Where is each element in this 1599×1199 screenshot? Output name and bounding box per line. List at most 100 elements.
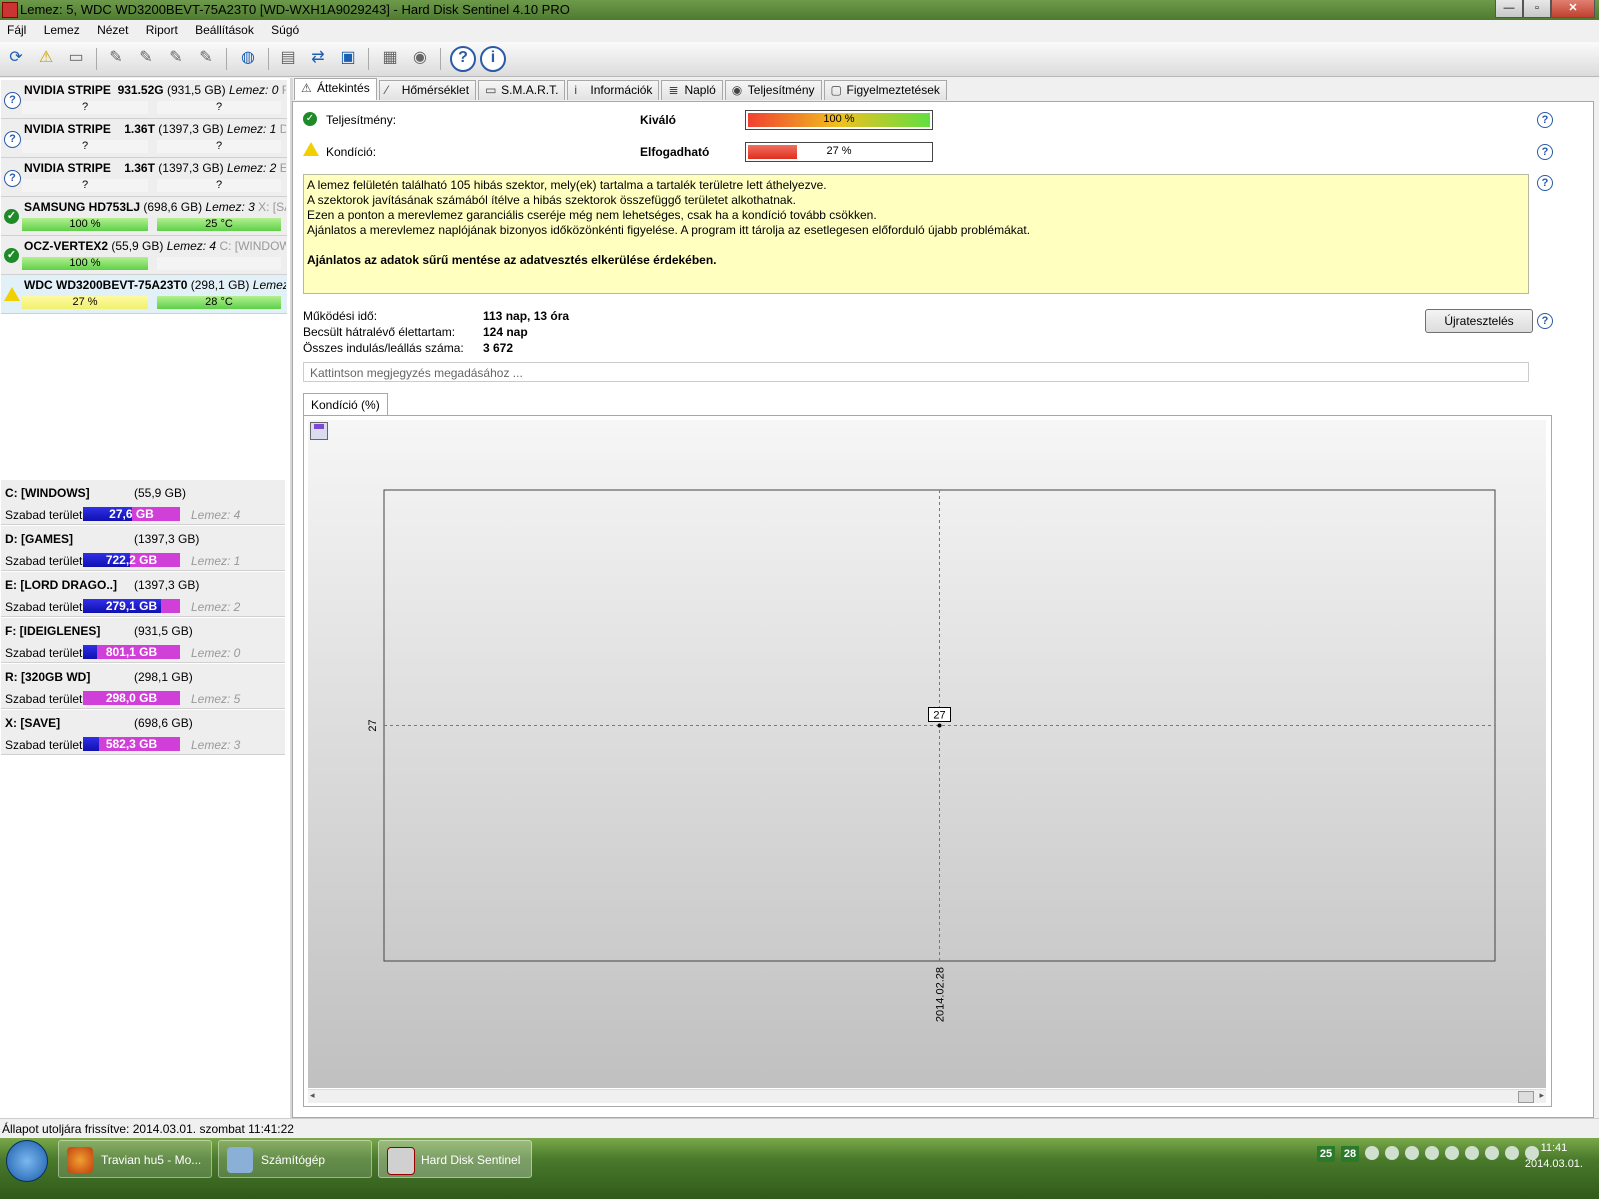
overview-panel: ✓ Teljesítmény: 100 % Kiváló Kondíció: 2…: [292, 101, 1594, 1118]
network-icon[interactable]: ▣: [336, 46, 360, 70]
disk-model: WDC WD3200BEVT-75A23T0: [24, 278, 188, 292]
start-button[interactable]: [6, 1140, 48, 1182]
window-title: Lemez: 5, WDC WD3200BEVT-75A23T0 [WD-WXH…: [20, 2, 570, 17]
note-input[interactable]: Kattintson megjegyzés megadásához ...: [303, 362, 1529, 382]
partition-item[interactable]: C: [WINDOWS] (55,9 GB) Szabad terület 27…: [1, 480, 285, 525]
partition-item[interactable]: F: [IDEIGLENES] (931,5 GB) Szabad terüle…: [1, 618, 285, 663]
shield-icon[interactable]: [1365, 1146, 1379, 1160]
ok-status-icon: ✓: [4, 209, 19, 224]
health-status: Elfogadható: [640, 145, 710, 159]
sound-icon[interactable]: ◉: [408, 46, 432, 70]
disk-size: 931.52G: [117, 83, 164, 97]
report-icon[interactable]: ▤: [276, 46, 300, 70]
tab-performance[interactable]: ◉ Teljesítmény: [724, 80, 822, 100]
monitor-icon[interactable]: [1505, 1146, 1519, 1160]
unknown-status-icon: ?: [4, 92, 21, 109]
tab-overview[interactable]: ⚠ Áttekintés: [294, 78, 377, 100]
free-space-value: 801,1 GB: [105, 645, 158, 659]
menu-report[interactable]: Riport: [139, 21, 185, 39]
menu-disk[interactable]: Lemez: [37, 21, 87, 39]
task-firefox[interactable]: Travian hu5 - Mo...: [58, 1140, 212, 1178]
scroll-right-icon[interactable]: ▸: [1539, 1090, 1544, 1101]
chart-icon[interactable]: ▦: [378, 46, 402, 70]
disk-model: NVIDIA STRIPE: [24, 122, 111, 136]
help-icon[interactable]: ?: [1537, 175, 1553, 191]
scroll-thumb[interactable]: [1518, 1091, 1534, 1103]
free-space-bar: 279,1 GB: [83, 599, 180, 613]
disk-item[interactable]: ✓ OCZ-VERTEX2 (55,9 GB) Lemez: 4 C: [WIN…: [1, 236, 287, 275]
drive-test-icon[interactable]: ✎: [104, 46, 128, 70]
disk-model: SAMSUNG HD753LJ: [24, 200, 141, 214]
drive-check-icon[interactable]: ✎: [164, 46, 188, 70]
disk-capacity: (1397,3 GB): [158, 122, 224, 136]
disk-item[interactable]: ✓ SAMSUNG HD753LJ (698,6 GB) Lemez: 3 X:…: [1, 197, 287, 236]
disk-item[interactable]: ? NVIDIA STRIPE 1.36T (1397,3 GB) Lemez:…: [1, 119, 287, 158]
menu-help[interactable]: Súgó: [264, 21, 306, 39]
lifetime-label: Becsült hátralévő élettartam:: [303, 325, 456, 339]
chart-tab-health[interactable]: Kondíció (%): [303, 393, 388, 416]
free-space-value: 279,1 GB: [105, 599, 158, 613]
tray-temp-2[interactable]: 28: [1341, 1146, 1359, 1162]
retest-button[interactable]: Újratesztelés: [1425, 309, 1533, 333]
disk-icon[interactable]: ▭: [64, 46, 88, 70]
drive-surface-icon[interactable]: ✎: [134, 46, 158, 70]
disk-item[interactable]: ? NVIDIA STRIPE 1.36T (1397,3 GB) Lemez:…: [1, 158, 287, 197]
tab-information[interactable]: i Információk: [567, 80, 660, 100]
task-hard-disk-sentinel[interactable]: Hard Disk Sentinel: [378, 1140, 532, 1178]
close-button[interactable]: ✕: [1551, 0, 1595, 18]
firefox-icon: [67, 1147, 93, 1173]
data-point: [937, 723, 942, 728]
flag-icon[interactable]: [1465, 1146, 1479, 1160]
steam-icon[interactable]: [1425, 1146, 1439, 1160]
tray-temp-1[interactable]: 25: [1317, 1146, 1335, 1162]
tab-smart[interactable]: ▭ S.M.A.R.T.: [478, 80, 566, 100]
free-space-value: 27,6 GB: [109, 507, 154, 521]
partition-item[interactable]: R: [320GB WD] (298,1 GB) Szabad terület …: [1, 664, 285, 709]
info-icon[interactable]: i: [480, 46, 506, 72]
network-icon[interactable]: [1405, 1146, 1419, 1160]
globe-icon[interactable]: ◍: [236, 46, 260, 70]
disk-item[interactable]: ? NVIDIA STRIPE 931.52G (931,5 GB) Lemez…: [1, 80, 287, 119]
drive-tool-icon[interactable]: ✎: [194, 46, 218, 70]
free-space-bar: 27,6 GB: [83, 507, 180, 521]
tab-log[interactable]: ≣ Napló: [661, 80, 723, 100]
scroll-left-icon[interactable]: ◂: [310, 1090, 315, 1101]
help-icon[interactable]: ?: [1537, 144, 1553, 160]
horizontal-scrollbar[interactable]: ◂ ▸: [308, 1089, 1546, 1103]
menu-file[interactable]: Fájl: [0, 21, 33, 39]
minimize-button[interactable]: —: [1495, 0, 1523, 18]
message-recommendation: Ajánlatos az adatok sűrű mentése az adat…: [307, 253, 717, 267]
tab-alerts[interactable]: ▢ Figyelmeztetések: [823, 80, 947, 100]
menu-settings[interactable]: Beállítások: [188, 21, 261, 39]
user-icon[interactable]: [1385, 1146, 1399, 1160]
help-icon[interactable]: ?: [1537, 112, 1553, 128]
menu-view[interactable]: Nézet: [90, 21, 135, 39]
lifetime-row: Becsült hátralévő élettartam: 124 nap: [303, 325, 528, 339]
clock[interactable]: 11:41 2014.03.01.: [1525, 1140, 1583, 1172]
alert-icon[interactable]: ⚠: [34, 46, 58, 70]
chart-area: 27 27 2014.02.28: [308, 420, 1546, 1088]
sync-icon[interactable]: ⇄: [306, 46, 330, 70]
partition-name: E: [LORD DRAGO..]: [5, 578, 117, 592]
disk-capacity: (298,1 GB): [190, 278, 250, 292]
status-bar: Állapot utoljára frissítve: 2014.03.01. …: [0, 1118, 1599, 1138]
disc-icon[interactable]: [1445, 1146, 1459, 1160]
disk-item-selected[interactable]: WDC WD3200BEVT-75A23T0 (298,1 GB) Lemez:…: [1, 275, 287, 314]
partition-item[interactable]: D: [GAMES] (1397,3 GB) Szabad terület 72…: [1, 526, 285, 571]
refresh-icon[interactable]: ⟳: [4, 46, 28, 70]
performance-value: 100 %: [823, 113, 855, 125]
tab-temperature[interactable]: ⁄ Hőmérséklet: [378, 80, 477, 100]
maximize-button[interactable]: ▫: [1523, 0, 1551, 18]
partition-item[interactable]: X: [SAVE] (698,6 GB) Szabad terület 582,…: [1, 710, 285, 755]
task-computer[interactable]: Számítógép: [218, 1140, 372, 1178]
uptime-value: 113 nap, 13 óra: [483, 309, 570, 323]
x-tick-label: 2014.02.28: [935, 967, 947, 1022]
temperature-bar: 28 °C: [157, 296, 281, 309]
wifi-icon[interactable]: [1485, 1146, 1499, 1160]
help-icon[interactable]: ?: [1537, 313, 1553, 329]
help-icon[interactable]: ?: [450, 46, 476, 72]
partition-item[interactable]: E: [LORD DRAGO..] (1397,3 GB) Szabad ter…: [1, 572, 285, 617]
disk-capacity: (931,5 GB): [166, 83, 226, 97]
startstop-value: 3 672: [483, 341, 514, 355]
free-space-bar: 801,1 GB: [83, 645, 180, 659]
